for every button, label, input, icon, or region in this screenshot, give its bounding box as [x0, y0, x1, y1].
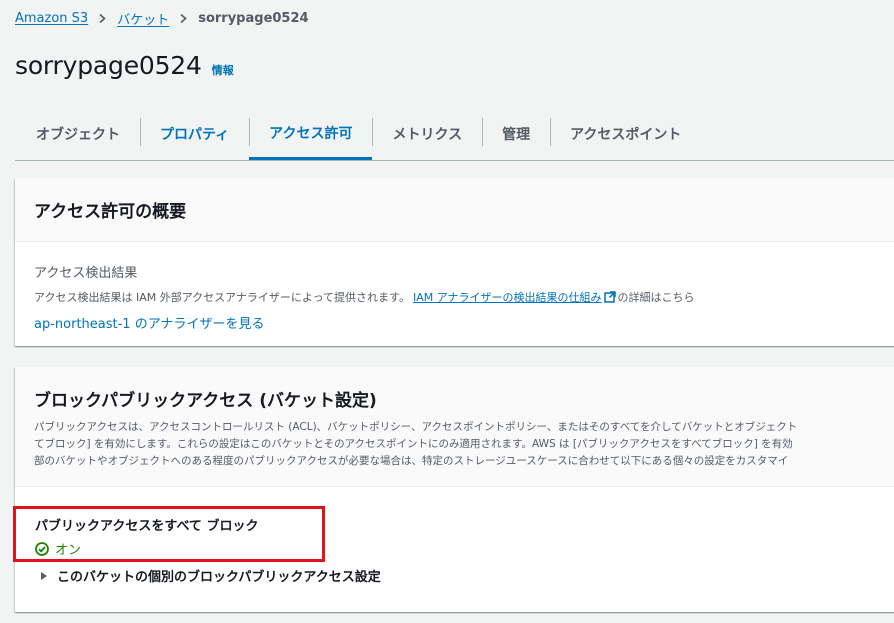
description-line: てブロック] を有効にします。これらの設定はこのバケットとそのアクセスポイントに… — [34, 438, 793, 450]
individual-settings-expander[interactable]: このバケットの個別のブロックパブリックアクセス設定 — [35, 566, 879, 585]
view-analyzer-link[interactable]: ap-northeast-1 のアナライザーを見る — [34, 313, 264, 332]
access-findings-label: アクセス検出結果 — [34, 266, 138, 281]
permissions-overview-panel: アクセス許可の概要 アクセス検出結果 アクセス検出結果は IAM 外部アクセスア… — [15, 178, 894, 346]
tab-label: アクセス許可 — [269, 125, 353, 142]
breadcrumb-amazon-s3[interactable]: Amazon S3 — [15, 11, 88, 26]
tab-access-points[interactable]: アクセスポイント — [550, 108, 701, 160]
page-header: sorrypage0524 情報 — [15, 51, 234, 80]
findings-desc-prefix: アクセス検出結果は IAM 外部アクセスアナライザーによって提供されます。 — [34, 291, 410, 304]
block-public-access-panel: ブロックパブリックアクセス (バケット設定) パブリックアクセスは、アクセスコン… — [15, 367, 894, 612]
block-public-access-description: パブリックアクセスは、アクセスコントロールリスト (ACL)、バケットポリシー、… — [34, 419, 880, 470]
chevron-right-icon — [98, 14, 107, 23]
access-findings-description: アクセス検出結果は IAM 外部アクセスアナライザーによって提供されます。 IA… — [34, 289, 880, 305]
breadcrumb: Amazon S3 バケット sorrypage0524 — [15, 9, 309, 28]
panel-title: アクセス許可の概要 — [34, 202, 187, 222]
tab-properties[interactable]: プロパティ — [140, 108, 249, 160]
tab-divider — [482, 118, 484, 146]
breadcrumb-current: sorrypage0524 — [198, 11, 309, 26]
tab-divider — [372, 118, 374, 146]
iam-analyzer-findings-link[interactable]: IAM アナライザーの検出結果の仕組み — [413, 289, 602, 305]
panel-header: ブロックパブリックアクセス (バケット設定) パブリックアクセスは、アクセスコン… — [15, 367, 894, 487]
panel-body: アクセス検出結果 アクセス検出結果は IAM 外部アクセスアナライザーによって提… — [15, 242, 894, 332]
description-line: パブリックアクセスは、アクセスコントロールリスト (ACL)、バケットポリシー、… — [34, 421, 798, 433]
tab-divider — [550, 118, 552, 146]
panel-title: ブロックパブリックアクセス (バケット設定) — [34, 391, 377, 411]
tab-bar: オブジェクト プロパティ アクセス許可 メトリクス 管理 アクセスポイント — [15, 108, 894, 161]
tab-label: アクセスポイント — [570, 127, 682, 143]
chevron-right-icon — [179, 14, 188, 23]
tab-divider — [140, 118, 141, 146]
tab-label: オブジェクト — [36, 127, 120, 143]
caret-right-icon — [39, 571, 49, 581]
tab-objects[interactable]: オブジェクト — [15, 108, 140, 160]
description-line: 部のバケットやオブジェクトへのある程度のパブリックアクセスが必要な場合は、特定の… — [34, 455, 789, 467]
highlight-box — [13, 506, 325, 562]
tab-divider — [249, 118, 251, 146]
tab-permissions[interactable]: アクセス許可 — [249, 108, 373, 160]
expander-label: このバケットの個別のブロックパブリックアクセス設定 — [57, 570, 381, 585]
page-title: sorrypage0524 — [15, 51, 202, 80]
tab-metrics[interactable]: メトリクス — [372, 108, 482, 160]
tab-management[interactable]: 管理 — [482, 108, 550, 160]
panel-header: アクセス許可の概要 — [15, 178, 894, 242]
tab-label: メトリクス — [392, 127, 463, 143]
external-link-icon[interactable] — [603, 291, 616, 303]
tab-label: プロパティ — [160, 127, 230, 143]
findings-desc-suffix: の詳細はこちら — [617, 291, 695, 304]
info-link[interactable]: 情報 — [212, 62, 234, 78]
tab-label: 管理 — [502, 127, 531, 143]
breadcrumb-buckets[interactable]: バケット — [117, 9, 169, 28]
